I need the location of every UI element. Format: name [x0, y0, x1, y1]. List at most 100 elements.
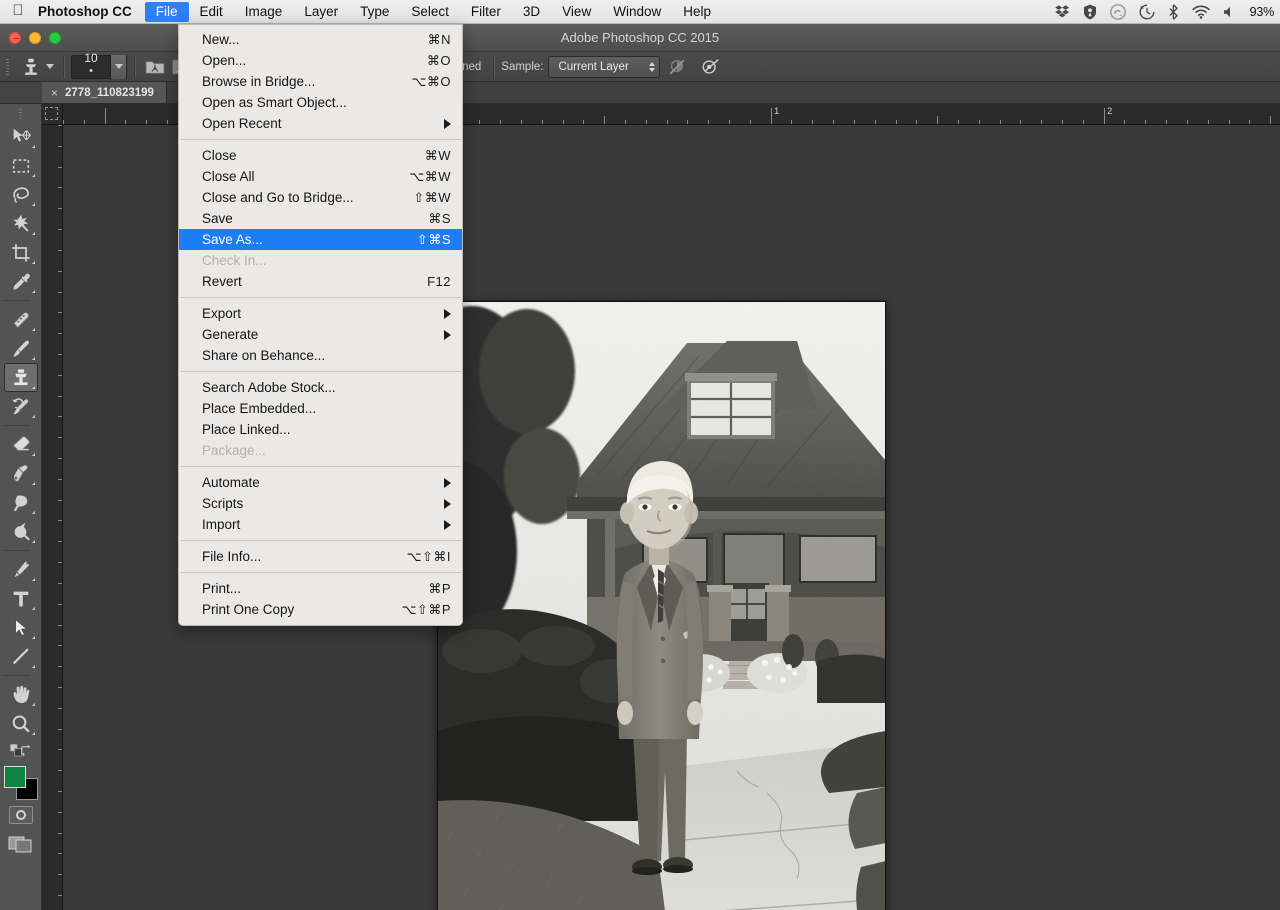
path-selection-tool[interactable]: [4, 613, 38, 642]
pressure-size-toggle[interactable]: [694, 55, 728, 79]
menu-item-close[interactable]: Close⌘W: [179, 145, 462, 166]
eraser-tool[interactable]: [4, 430, 38, 459]
close-icon[interactable]: ×: [51, 86, 58, 100]
foreground-color-swatch[interactable]: [4, 766, 26, 788]
mac-menu-layer[interactable]: Layer: [293, 2, 349, 22]
file-menu-dropdown[interactable]: New...⌘NOpen...⌘OBrowse in Bridge...⌥⌘OO…: [178, 24, 463, 626]
ruler-tick: [58, 479, 62, 480]
pen-tool[interactable]: [4, 555, 38, 584]
ruler-tick: [58, 645, 62, 646]
bluetooth-icon[interactable]: [1168, 4, 1179, 20]
rectangular-marquee-tool[interactable]: [4, 151, 38, 180]
mac-menu-edit[interactable]: Edit: [189, 2, 234, 22]
eyedropper-tool[interactable]: [4, 267, 38, 296]
ruler-tick: [1249, 120, 1250, 124]
menu-item-print[interactable]: Print...⌘P: [179, 578, 462, 599]
menu-item-place-linked[interactable]: Place Linked...: [179, 419, 462, 440]
document-image[interactable]: [437, 301, 886, 910]
mac-status-items: 93%: [1055, 4, 1280, 20]
menu-item-search-adobe-stock[interactable]: Search Adobe Stock...: [179, 377, 462, 398]
battery-percent-label[interactable]: 93%: [1250, 5, 1274, 19]
ruler-tick: [58, 271, 62, 272]
ignore-adjustment-layers-toggle[interactable]: [660, 55, 694, 79]
menu-item-label: Open...: [202, 53, 246, 68]
menu-item-file-info[interactable]: File Info...⌥⇧⌘I: [179, 546, 462, 567]
zoom-tool[interactable]: [4, 709, 38, 738]
color-swatches[interactable]: [4, 766, 38, 800]
menu-item-automate[interactable]: Automate: [179, 472, 462, 493]
menu-item-import[interactable]: Import: [179, 514, 462, 535]
move-tool[interactable]: [4, 122, 38, 151]
options-bar-grip[interactable]: [0, 52, 14, 82]
lasso-tool[interactable]: [4, 180, 38, 209]
mac-menu-type[interactable]: Type: [349, 2, 400, 22]
menu-item-new[interactable]: New...⌘N: [179, 29, 462, 50]
document-tab[interactable]: × 2778_110823199: [42, 82, 167, 103]
brush-tool[interactable]: [4, 334, 38, 363]
menu-item-open[interactable]: Open...⌘O: [179, 50, 462, 71]
sample-select[interactable]: Current Layer: [548, 56, 660, 78]
zoom-button[interactable]: [49, 32, 61, 44]
menu-item-open-as-smart-object[interactable]: Open as Smart Object...: [179, 92, 462, 113]
menu-item-scripts[interactable]: Scripts: [179, 493, 462, 514]
ruler-tick: [58, 520, 62, 521]
brush-size-chevron-icon[interactable]: [110, 55, 126, 79]
time-machine-icon[interactable]: [1139, 4, 1155, 20]
menu-item-place-embedded[interactable]: Place Embedded...: [179, 398, 462, 419]
screen-mode-icon[interactable]: [8, 834, 34, 854]
dodge-tool[interactable]: [4, 488, 38, 517]
menu-item-open-recent[interactable]: Open Recent: [179, 113, 462, 134]
mac-menu-file[interactable]: File: [145, 2, 189, 22]
brush-panel-toggle[interactable]: [142, 55, 168, 79]
minimize-button[interactable]: [29, 32, 41, 44]
menu-item-close-and-go-to-bridge[interactable]: Close and Go to Bridge...⇧⌘W: [179, 187, 462, 208]
menu-item-close-all[interactable]: Close All⌥⌘W: [179, 166, 462, 187]
mac-menu-help[interactable]: Help: [672, 2, 722, 22]
mac-menu-select[interactable]: Select: [400, 2, 460, 22]
volume-icon[interactable]: [1223, 5, 1237, 19]
mac-menu-3d[interactable]: 3D: [512, 2, 551, 22]
clone-stamp-tool[interactable]: [4, 363, 38, 392]
apple-logo-icon[interactable]: : [0, 3, 36, 20]
mac-menu-window[interactable]: Window: [602, 2, 672, 22]
menu-item-print-one-copy[interactable]: Print One Copy⌥⇧⌘P: [179, 599, 462, 620]
shield-location-icon[interactable]: [1083, 4, 1097, 20]
ruler-corner[interactable]: [42, 104, 63, 125]
menu-item-export[interactable]: Export: [179, 303, 462, 324]
mac-menu-view[interactable]: View: [551, 2, 602, 22]
hand-tool[interactable]: [4, 680, 38, 709]
line-tool[interactable]: [4, 642, 38, 671]
magic-wand-tool[interactable]: [4, 209, 38, 238]
wifi-icon[interactable]: [1192, 5, 1210, 19]
brush-size-picker[interactable]: 10: [71, 55, 127, 79]
ruler-tick: [58, 229, 62, 230]
menu-item-label: New...: [202, 32, 240, 47]
menu-item-revert[interactable]: RevertF12: [179, 271, 462, 292]
toolbox-grip[interactable]: [14, 106, 28, 122]
dropbox-icon[interactable]: [1055, 4, 1070, 19]
tool-preset-picker[interactable]: [14, 56, 56, 78]
menu-item-save[interactable]: Save⌘S: [179, 208, 462, 229]
blur-tool[interactable]: [4, 517, 38, 546]
menu-item-browse-in-bridge[interactable]: Browse in Bridge...⌥⌘O: [179, 71, 462, 92]
ruler-tick: [58, 500, 62, 501]
type-tool[interactable]: [4, 584, 38, 613]
vertical-ruler[interactable]: [42, 125, 63, 910]
ruler-tick: [979, 120, 980, 124]
creative-cloud-icon[interactable]: [1110, 4, 1126, 20]
close-button[interactable]: [9, 32, 21, 44]
crop-tool[interactable]: [4, 238, 38, 267]
menu-item-save-as[interactable]: Save As...⇧⌘S: [179, 229, 462, 250]
mac-menu-image[interactable]: Image: [234, 2, 294, 22]
mac-menu-filter[interactable]: Filter: [460, 2, 512, 22]
healing-brush-tool[interactable]: [4, 305, 38, 334]
quick-mask-icon[interactable]: [9, 806, 33, 824]
menu-separator: [180, 572, 461, 573]
gradient-tool[interactable]: [4, 459, 38, 488]
swap-colors-icon[interactable]: [20, 744, 32, 762]
menu-item-generate[interactable]: Generate: [179, 324, 462, 345]
menu-item-label: Package...: [202, 443, 266, 458]
menu-item-share-on-behance[interactable]: Share on Behance...: [179, 345, 462, 366]
history-brush-tool[interactable]: [4, 392, 38, 421]
rectangular-marquee-icon: [10, 155, 32, 177]
